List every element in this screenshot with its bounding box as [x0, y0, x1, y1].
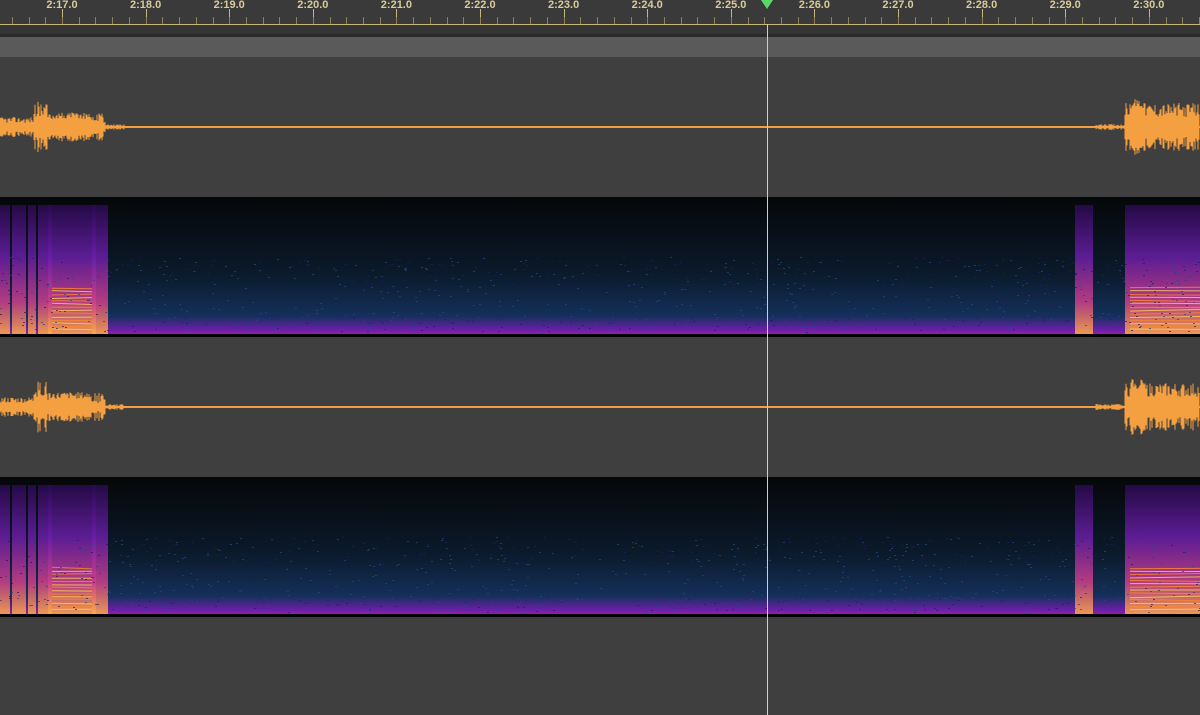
ruler-minor-tick [563, 17, 565, 24]
ruler-minor-tick [162, 17, 164, 24]
ruler-minor-tick [1148, 17, 1150, 24]
ruler-minor-tick [329, 17, 331, 24]
ruler-minor-tick [797, 17, 799, 24]
ruler-minor-tick [647, 17, 649, 24]
ruler-minor-tick [212, 17, 214, 24]
ruler-minor-tick [1065, 17, 1067, 24]
ruler-minor-tick [279, 17, 281, 24]
ruler-minor-tick [680, 17, 682, 24]
ruler-minor-tick [78, 17, 80, 24]
ruler-minor-tick [1015, 17, 1016, 24]
ruler-minor-tick [764, 17, 766, 24]
ruler-minor-tick [948, 17, 950, 24]
ruler-minor-tick [346, 17, 348, 24]
spectrogram-graph [0, 197, 1200, 337]
ruler-minor-tick [262, 17, 264, 24]
ruler-minor-tick [245, 17, 247, 24]
ruler-minor-tick [1165, 17, 1167, 24]
ruler-minor-tick [530, 17, 532, 24]
ruler-minor-tick [898, 17, 899, 24]
ruler-minor-tick [597, 17, 598, 24]
ruler-minor-tick [998, 17, 1000, 24]
playhead-marker-icon[interactable] [761, 0, 773, 9]
ruler-minor-tick [296, 17, 298, 24]
ruler-minor-tick [429, 17, 431, 24]
ruler-minor-tick [814, 17, 816, 24]
ruler-minor-tick [195, 17, 197, 24]
ruler-minor-tick [379, 17, 381, 24]
empty-track-area[interactable] [0, 619, 1200, 715]
ruler-minor-tick [179, 17, 180, 24]
ruler-minor-tick [981, 17, 983, 24]
ruler-minor-tick [312, 17, 314, 24]
ruler-minor-tick [62, 17, 63, 24]
ruler-minor-tick [513, 17, 515, 24]
spectrogram-graph [0, 477, 1200, 617]
waveform-graph [0, 99, 1200, 155]
ruler-minor-tick [413, 17, 415, 24]
playhead-cursor[interactable] [767, 24, 768, 715]
ruler-minor-tick [781, 17, 782, 24]
ruler-minor-tick [95, 17, 97, 24]
ruler-minor-tick [630, 17, 632, 24]
waveform-channel-1[interactable] [0, 57, 1200, 197]
time-ruler[interactable]: 2:17.0 2:18.0 2:19.0 2:20.0 2:21.0 2:22.0 2:23… [0, 0, 1200, 25]
ruler-minor-tick [145, 17, 147, 24]
ruler-minor-tick [914, 17, 916, 24]
spectrogram-channel-2[interactable] [0, 477, 1200, 617]
ruler-minor-tick [446, 17, 448, 24]
ruler-minor-tick [580, 17, 582, 24]
waveform-graph [0, 379, 1200, 435]
ruler-minor-tick [363, 17, 364, 24]
ruler-minor-tick [1182, 17, 1184, 24]
ruler-minor-tick [847, 17, 849, 24]
ruler-minor-tick [663, 17, 665, 24]
ruler-minor-tick [931, 17, 933, 24]
track-header-bar[interactable] [0, 37, 1200, 57]
ruler-minor-tick [714, 17, 716, 24]
ruler-minor-tick [396, 17, 398, 24]
ruler-minor-tick [480, 17, 481, 24]
ruler-minor-tick [697, 17, 699, 24]
ruler-minor-tick [1048, 17, 1050, 24]
ruler-minor-tick [1115, 17, 1117, 24]
ruler-minor-tick [964, 17, 966, 24]
ruler-separator [0, 25, 1200, 34]
ruler-minor-tick [496, 17, 498, 24]
ruler-minor-tick [11, 17, 13, 24]
spectrogram-channel-1[interactable] [0, 197, 1200, 337]
ruler-minor-tick [881, 17, 883, 24]
waveform-channel-2[interactable] [0, 337, 1200, 477]
ruler-minor-tick [546, 17, 548, 24]
ruler-minor-tick [28, 17, 30, 24]
ruler-minor-tick [1081, 17, 1083, 24]
ruler-minor-tick [1031, 17, 1033, 24]
ruler-minor-tick [112, 17, 114, 24]
ruler-minor-tick [1132, 17, 1134, 24]
ruler-minor-tick [730, 17, 732, 24]
ruler-minor-tick [1098, 17, 1100, 24]
ruler-minor-tick [864, 17, 866, 24]
ruler-minor-tick [831, 17, 833, 24]
ruler-minor-tick [128, 17, 130, 24]
ruler-minor-tick [229, 17, 231, 24]
ruler-minor-tick [747, 17, 749, 24]
ruler-minor-tick [45, 17, 47, 24]
ruler-minor-tick [463, 17, 465, 24]
ruler-minor-tick [613, 17, 615, 24]
